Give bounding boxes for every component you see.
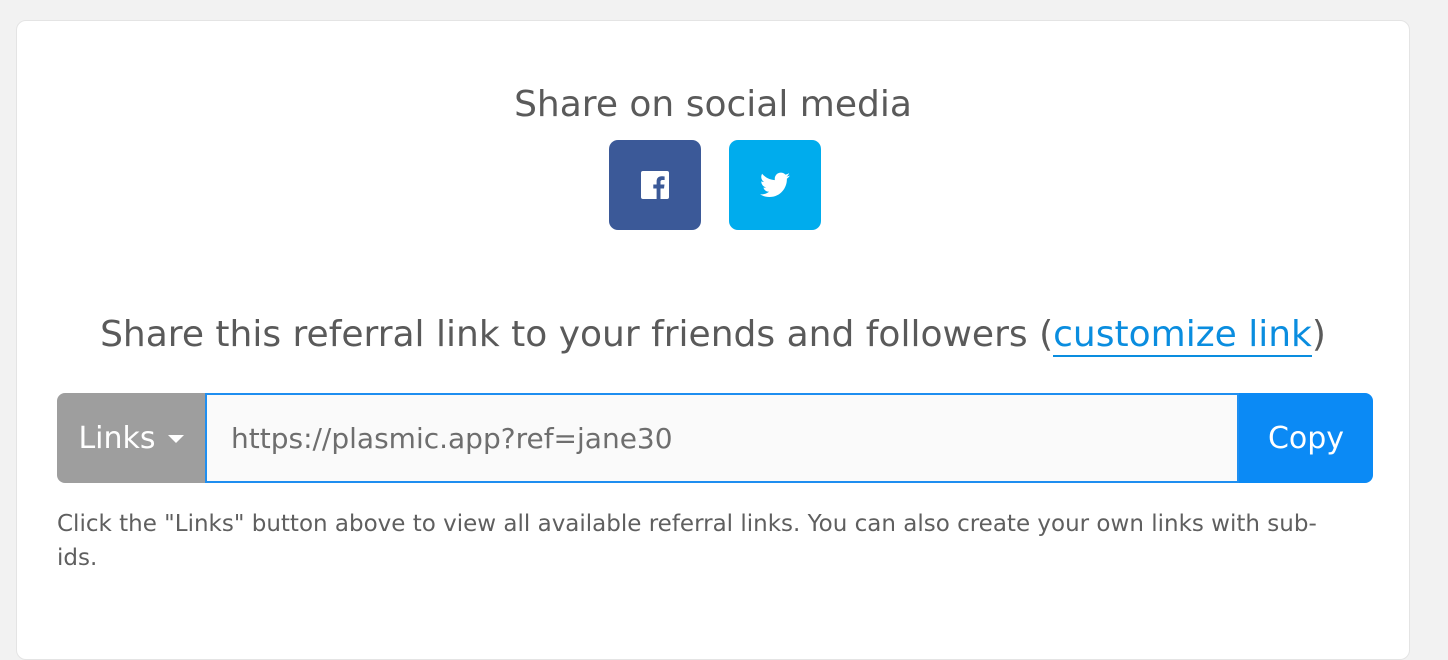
customize-link[interactable]: customize link	[1053, 314, 1312, 357]
referral-title-text: Share this referral link to your friends…	[100, 314, 1054, 355]
referral-title-close: )	[1311, 314, 1326, 355]
facebook-share-button[interactable]	[609, 140, 701, 230]
twitter-icon	[760, 172, 790, 198]
referral-link-input[interactable]	[205, 393, 1239, 483]
twitter-share-button[interactable]	[729, 140, 821, 230]
referral-section-title: Share this referral link to your friends…	[17, 313, 1409, 357]
copy-button[interactable]: Copy	[1239, 393, 1373, 483]
referral-card: Share on social media Share this referra…	[16, 20, 1410, 660]
referral-link-group: Links Copy	[57, 393, 1373, 483]
links-dropdown-label: Links	[78, 420, 156, 456]
links-dropdown-button[interactable]: Links	[57, 393, 205, 483]
facebook-icon	[641, 171, 669, 199]
social-section-title: Share on social media	[514, 84, 912, 125]
caret-down-icon	[167, 435, 184, 443]
help-text: Click the "Links" button above to view a…	[57, 511, 1317, 571]
